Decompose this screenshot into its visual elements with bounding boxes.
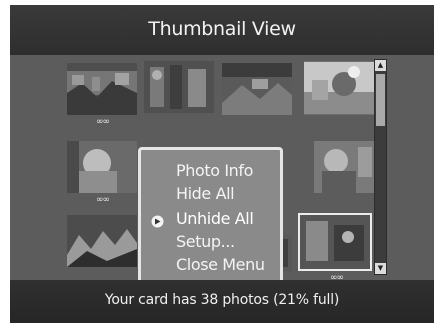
page-title: Thumbnail View: [148, 18, 296, 40]
photo-image: [304, 62, 374, 114]
popup-menu: Photo Info Hide All Unhide All Setup... …: [138, 147, 283, 287]
menu-item-setup[interactable]: Setup...: [176, 231, 235, 253]
photo-image: [144, 61, 214, 113]
scroll-thumb[interactable]: [376, 74, 385, 126]
photo-image: [222, 63, 292, 115]
thumbnail-2[interactable]: [144, 61, 214, 113]
thumbnail-scrollbar[interactable]: ▲ ▼: [374, 59, 387, 275]
hidden-marker-icon: ∞∞: [96, 195, 110, 205]
camera-screen: Thumbnail View ∞∞ ∞∞ ∞∞ ▲ ▼ Photo Info H…: [10, 5, 434, 323]
thumbnail-5[interactable]: [67, 141, 137, 193]
photo-image: [300, 215, 370, 269]
photo-image: [314, 141, 376, 193]
photo-image: [67, 141, 137, 193]
title-bar: Thumbnail View: [10, 5, 434, 55]
status-bar: Your card has 38 photos (21% full): [10, 280, 434, 323]
thumbnail-7[interactable]: [67, 215, 137, 267]
scroll-up-icon[interactable]: ▲: [375, 60, 386, 71]
card-status-text: Your card has 38 photos (21% full): [104, 292, 340, 308]
menu-item-unhide-all[interactable]: Unhide All: [176, 208, 254, 230]
thumbnail-grid: ∞∞ ∞∞ ∞∞ ∞∞ ▲ ▼ Photo Info Hide All Unhi…: [10, 55, 434, 287]
selected-thumbnail-frame[interactable]: [298, 213, 372, 271]
photo-image: [67, 63, 137, 115]
menu-item-hide-all[interactable]: Hide All: [176, 183, 235, 205]
thumbnail-4[interactable]: [304, 61, 374, 115]
scroll-down-icon[interactable]: ▼: [375, 263, 386, 274]
hidden-marker-icon: ∞∞: [96, 117, 110, 127]
thumbnail-3[interactable]: [222, 63, 292, 115]
photo-image: [67, 215, 137, 267]
thumbnail-6[interactable]: [314, 141, 376, 193]
selection-cursor-icon: [151, 215, 164, 228]
menu-item-photo-info[interactable]: Photo Info: [176, 160, 253, 182]
thumbnail-1[interactable]: [67, 63, 137, 115]
menu-item-close-menu[interactable]: Close Menu: [176, 254, 265, 276]
